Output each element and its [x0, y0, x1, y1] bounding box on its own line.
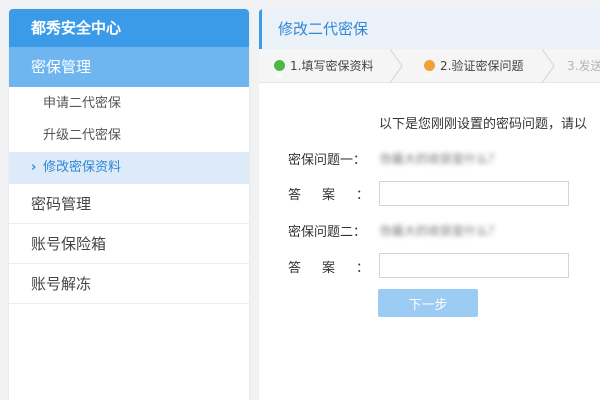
sidebar-item-safebox[interactable]: 账号保险箱	[9, 224, 249, 264]
answer-2-input[interactable]	[379, 253, 569, 278]
next-button[interactable]: 下一步	[378, 289, 478, 317]
answer-2-label: 答案：	[288, 261, 391, 276]
question-1-label: 密保问题一：	[288, 153, 367, 168]
question-1-text: 你最大的收获是什么？	[380, 152, 501, 166]
step-1: 1.填写密保资料	[274, 49, 373, 83]
question-2-label: 密保问题二：	[288, 225, 367, 240]
step-2: 2.验证密保问题	[424, 49, 523, 83]
sidebar-item-upgrade[interactable]: 升级二代密保	[9, 120, 249, 152]
sidebar-item-modify-label: 修改密保资料	[43, 160, 122, 175]
sidebar: 都秀安全中心 密保管理 申请二代密保 升级二代密保 › 修改密保资料 密码管理 账…	[9, 9, 249, 400]
question-2-text: 你最大的收获是什么？	[380, 224, 501, 238]
chevron-right-icon: ›	[31, 160, 37, 175]
sidebar-item-apply[interactable]: 申请二代密保	[9, 88, 249, 120]
step-3: 3.发送	[567, 49, 600, 83]
sidebar-item-unfreeze[interactable]: 账号解冻	[9, 264, 249, 304]
sidebar-title: 都秀安全中心	[9, 9, 249, 47]
check-circle-icon	[274, 60, 285, 79]
step-3-label: 3.发送	[567, 59, 600, 73]
page-title: 修改二代密保	[259, 9, 600, 49]
dots-circle-icon	[424, 60, 435, 77]
step-separator-icon	[541, 49, 555, 83]
step-1-label: 1.填写密保资料	[290, 59, 374, 73]
step-progress: 1.填写密保资料 2.验证密保问题 3.发送	[259, 49, 600, 83]
step-separator-icon	[389, 49, 403, 83]
sidebar-item-password[interactable]: 密码管理	[9, 184, 249, 224]
step-2-label: 2.验证密保问题	[440, 59, 524, 73]
intro-text: 以下是您刚刚设置的密码问题，请以	[379, 117, 588, 132]
main-panel: 修改二代密保 1.填写密保资料 2.验证密保问题 3.发送 以下是您刚刚设置的密…	[259, 9, 600, 400]
answer-1-label: 答案：	[288, 188, 391, 203]
sidebar-item-modify[interactable]: › 修改密保资料	[9, 152, 249, 184]
sidebar-group-security[interactable]: 密保管理	[9, 47, 249, 87]
answer-1-input[interactable]	[379, 181, 569, 206]
